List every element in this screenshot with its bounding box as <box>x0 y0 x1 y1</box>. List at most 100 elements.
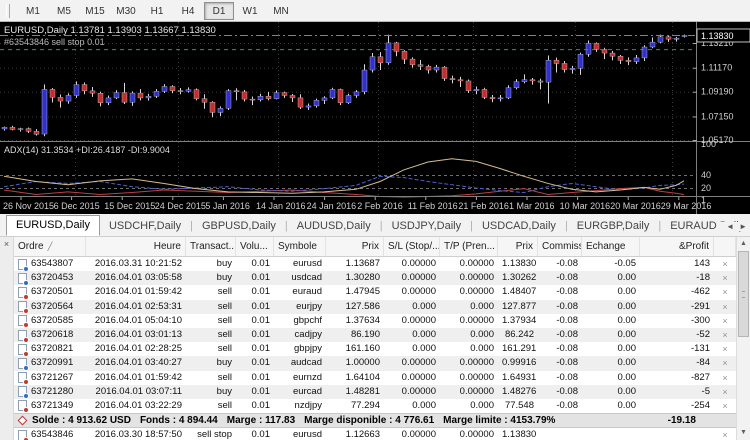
tab-scroll-left-icon[interactable]: ◄ <box>726 222 734 231</box>
timeframe-button-m1[interactable]: M1 <box>18 2 48 20</box>
tab-scroll-right-icon[interactable]: ► <box>739 222 747 231</box>
cell-echange: 0.00 <box>582 399 640 413</box>
cell-profit: -827 <box>640 371 714 385</box>
column-header-commission[interactable]: Commissi... <box>538 237 582 256</box>
tab-usdcad-daily[interactable]: USDCAD,Daily <box>473 217 565 236</box>
tab-gbpusd-daily[interactable]: GBPUSD,Daily <box>193 217 285 236</box>
order-id: 63543807 <box>31 257 73 271</box>
scroll-up-icon[interactable]: ▲ <box>737 237 750 251</box>
order-row[interactable]: 635438072016.03.31 10:21:52buy0.01eurusd… <box>14 257 736 271</box>
table-scrollbar[interactable]: ▲ ▼ <box>736 237 750 440</box>
chart-canvas[interactable]: 1.132101.111701.091901.071501.0517010040… <box>0 22 750 214</box>
column-header-sl[interactable]: S/L (Stop/... <box>384 237 440 256</box>
column-header-echange[interactable]: Echange <box>582 237 640 256</box>
pending-order-row[interactable]: 635438462016.03.30 18:57:50sell stop0.01… <box>14 428 736 440</box>
column-header-volume[interactable]: Volu... <box>236 237 274 256</box>
scroll-down-icon[interactable]: ▼ <box>737 426 750 440</box>
chart-area[interactable]: 1.132101.111701.091901.071501.0517010040… <box>0 22 750 214</box>
timeframe-button-h1[interactable]: H1 <box>142 2 172 20</box>
column-header-prix[interactable]: Prix <box>326 237 384 256</box>
cell-sl: 0.00000 <box>384 371 440 385</box>
sell-badge-icon <box>23 308 29 314</box>
timeframe-button-w1[interactable]: W1 <box>235 2 265 20</box>
order-row[interactable]: 637205642016.04.01 02:53:31sell0.01eurjp… <box>14 300 736 314</box>
cell-profit: 143 <box>640 257 714 271</box>
order-row[interactable]: 637206182016.04.01 03:01:13sell0.01cadjp… <box>14 328 736 342</box>
close-order-icon[interactable]: × <box>714 342 736 356</box>
scrollbar-thumb[interactable] <box>738 251 749 337</box>
cell-type: buy <box>186 356 236 370</box>
timeframe-button-m30[interactable]: M30 <box>111 2 141 20</box>
close-order-icon[interactable]: × <box>714 428 736 440</box>
order-row[interactable]: 637205852016.04.01 05:04:10sell0.01gbpch… <box>14 314 736 328</box>
sell-badge-icon <box>23 351 29 357</box>
buy-badge-icon <box>23 280 29 286</box>
close-order-icon[interactable]: × <box>714 257 736 271</box>
time-axis-label: 14 Jan 2016 <box>256 201 306 211</box>
order-row[interactable]: 637204532016.04.01 03:05:58buy0.01usdcad… <box>14 271 736 285</box>
close-order-icon[interactable]: × <box>714 271 736 285</box>
close-order-icon[interactable]: × <box>714 399 736 413</box>
cell-prix2: 0.99916 <box>498 356 538 370</box>
cell-prix2: 161.291 <box>498 342 538 356</box>
cell-tp: 0.000 <box>440 300 498 314</box>
order-document-icon <box>18 273 27 284</box>
order-row[interactable]: 637205012016.04.01 01:59:42sell0.01eurau… <box>14 285 736 299</box>
tab-eurgbp-daily[interactable]: EURGBP,Daily <box>568 217 659 236</box>
tab-usdjpy-daily[interactable]: USDJPY,Daily <box>383 217 471 236</box>
cell-sl: 0.00000 <box>384 314 440 328</box>
order-row[interactable]: 637209912016.04.01 03:40:27buy0.01audcad… <box>14 356 736 370</box>
order-row[interactable]: 637212802016.04.01 03:07:11buy0.01eurcad… <box>14 385 736 399</box>
indicator-axis-label: 40 <box>701 170 711 180</box>
cell-symbole: nzdjpy <box>274 399 326 413</box>
timeframe-button-h4[interactable]: H4 <box>173 2 203 20</box>
cell-prix2: 1.30262 <box>498 271 538 285</box>
tab-audusd-daily[interactable]: AUDUSD,Daily <box>288 217 380 236</box>
column-header-tp[interactable]: T/P (Pren... <box>440 237 498 256</box>
order-id: 63721267 <box>31 371 73 385</box>
order-document-icon <box>18 430 27 440</box>
cell-volume: 0.01 <box>236 371 274 385</box>
close-order-icon[interactable]: × <box>714 300 736 314</box>
order-row[interactable]: 637213492016.04.01 03:22:29sell0.01nzdjp… <box>14 399 736 413</box>
column-header-type[interactable]: Transact... <box>186 237 236 256</box>
cell-echange: -0.05 <box>582 257 640 271</box>
cell-type: sell <box>186 285 236 299</box>
column-header-ordre[interactable]: Ordre╱ <box>14 237 86 256</box>
cell-prix: 1.00000 <box>326 356 384 370</box>
pending-orders: 635438462016.03.30 18:57:50sell stop0.01… <box>14 428 736 440</box>
balance-solde: Solde : 4 913.62 USD <box>32 414 131 427</box>
column-header-symbole[interactable]: Symbole <box>274 237 326 256</box>
column-header-profit[interactable]: &Profit <box>640 237 714 256</box>
close-order-icon[interactable]: × <box>714 385 736 399</box>
cell-prix: 86.190 <box>326 328 384 342</box>
cell-tp: 0.000 <box>440 328 498 342</box>
close-order-icon[interactable]: × <box>714 356 736 370</box>
cell-volume: 0.01 <box>236 328 274 342</box>
cell-echange: 0.00 <box>582 300 640 314</box>
close-panel-icon[interactable]: × <box>4 239 9 249</box>
tab-eurusd-daily[interactable]: EURUSD,Daily <box>6 215 100 236</box>
cell-profit: -131 <box>640 342 714 356</box>
order-row[interactable]: 637212672016.04.01 01:59:42sell0.01eurnz… <box>14 371 736 385</box>
timeframe-button-mn[interactable]: MN <box>266 2 296 20</box>
price-axis-label: 1.11170 <box>701 63 732 73</box>
timeframe-button-d1[interactable]: D1 <box>204 2 234 20</box>
cell-profit <box>640 428 714 440</box>
close-order-icon[interactable]: × <box>714 314 736 328</box>
cell-commission: -0.08 <box>538 271 582 285</box>
close-order-icon[interactable]: × <box>714 371 736 385</box>
toolbar-grip-icon[interactable] <box>6 4 10 18</box>
timeframe-button-m5[interactable]: M5 <box>49 2 79 20</box>
column-header-heure[interactable]: Heure <box>86 237 186 256</box>
timeframe-button-m15[interactable]: M15 <box>80 2 110 20</box>
column-header-prix2[interactable]: Prix <box>498 237 538 256</box>
close-order-icon[interactable]: × <box>714 285 736 299</box>
time-axis-label: 29 Mar 2016 <box>661 201 712 211</box>
close-order-icon[interactable]: × <box>714 328 736 342</box>
order-row[interactable]: 637208212016.04.01 02:28:25sell0.01gbpjp… <box>14 342 736 356</box>
tab-usdchf-daily[interactable]: USDCHF,Daily <box>100 217 190 236</box>
column-header-close <box>714 237 736 256</box>
balance-row[interactable]: Solde : 4 913.62 USD Fonds : 4 894.44 Ma… <box>14 413 736 428</box>
cell-commission: -0.08 <box>538 356 582 370</box>
